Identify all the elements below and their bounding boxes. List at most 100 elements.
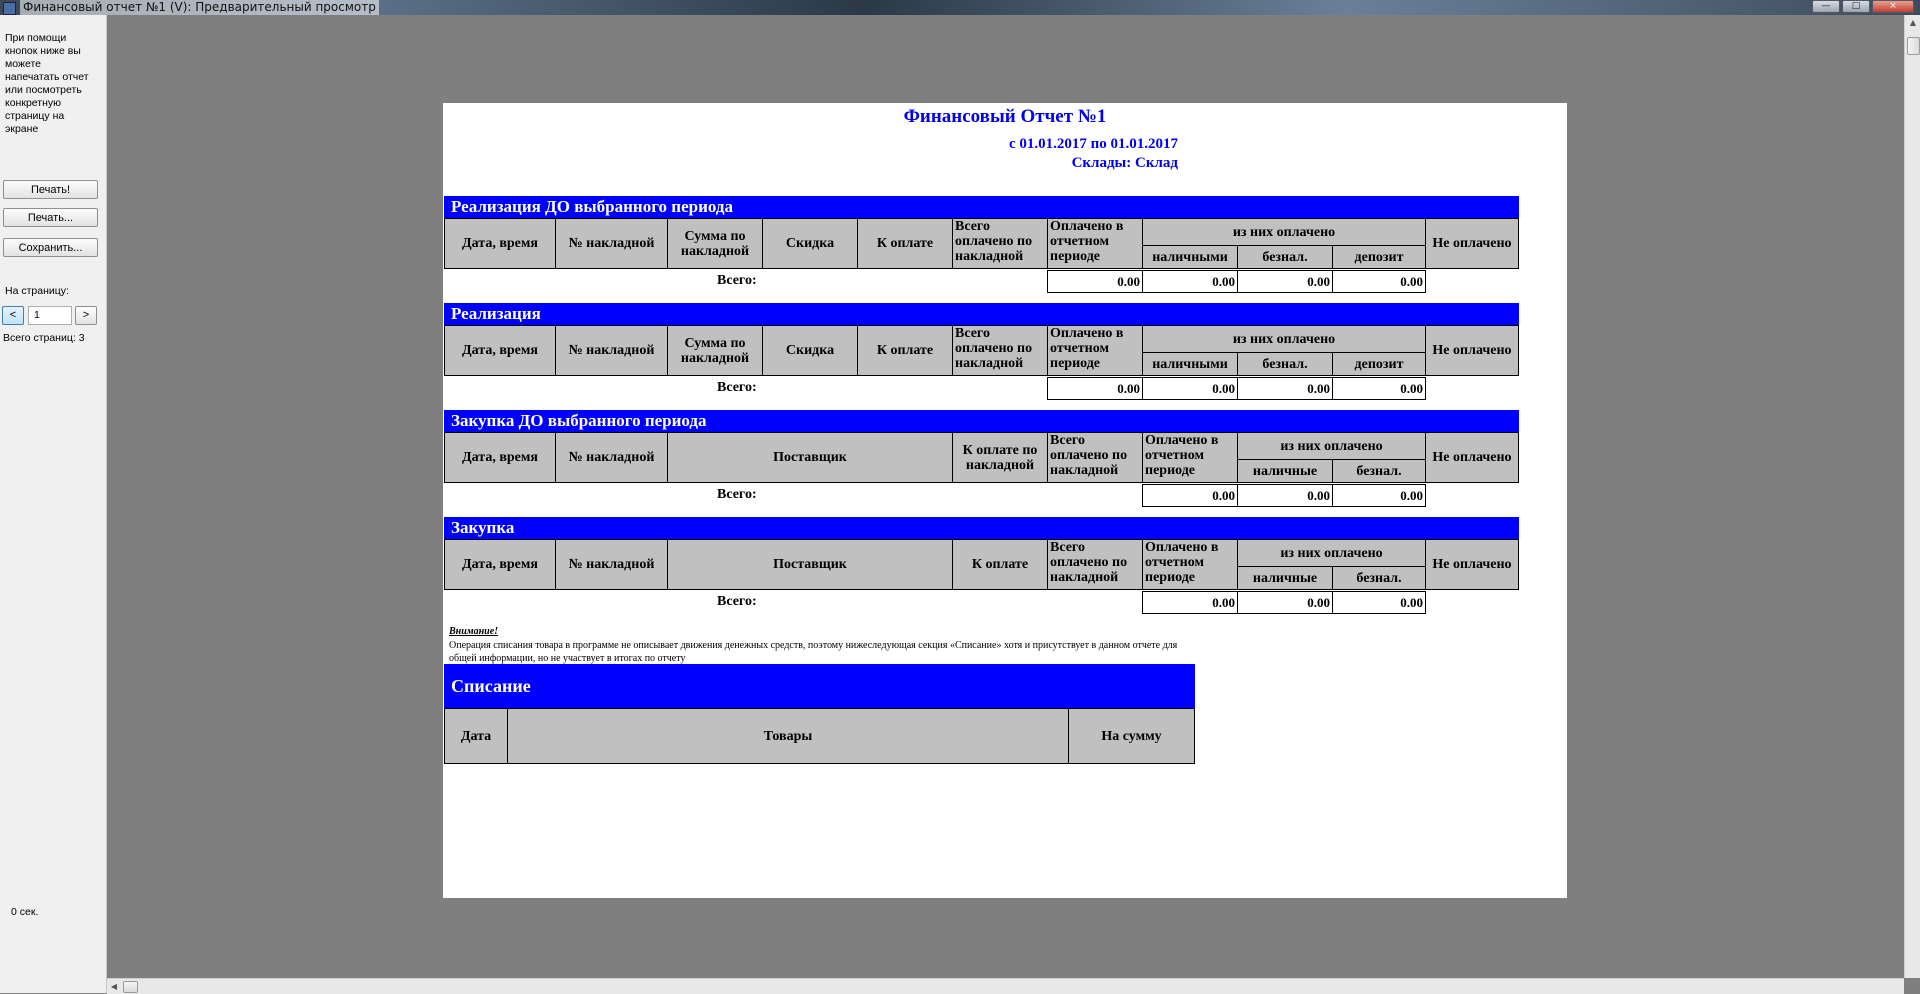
col-noncash: безнал. bbox=[1332, 566, 1426, 590]
section-title: Реализация bbox=[444, 303, 1519, 325]
col-supplier: Поставщик bbox=[667, 432, 953, 483]
close-button[interactable]: × bbox=[1872, 0, 1914, 13]
save-button[interactable]: Сохранить... bbox=[3, 238, 98, 257]
print-button[interactable]: Печать! bbox=[3, 180, 98, 199]
col-of-which-paid: из них оплачено bbox=[1237, 432, 1426, 460]
section-sales-before: Реализация ДО выбранного периода Дата, в… bbox=[444, 196, 1519, 293]
prev-page-button[interactable]: < bbox=[2, 306, 24, 325]
col-paid-period: Оплачено в отчетном периоде bbox=[1047, 218, 1143, 269]
col-to-pay: К оплате bbox=[857, 325, 953, 376]
vertical-scroll-thumb[interactable] bbox=[1907, 37, 1920, 55]
total-cash: 0.00 bbox=[1142, 377, 1238, 400]
total-noncash: 0.00 bbox=[1332, 591, 1426, 614]
table-header: Дата, время № накладной Сумма по накладн… bbox=[444, 325, 1519, 376]
section-writeoff: Списание Дата Товары На сумму bbox=[444, 664, 1195, 764]
total-paid-period: 0.00 bbox=[1142, 484, 1238, 507]
totals-label: Всего: bbox=[717, 594, 757, 609]
minimize-button[interactable]: — bbox=[1812, 0, 1840, 13]
col-amount: На сумму bbox=[1068, 708, 1195, 764]
total-cash: 0.00 bbox=[1237, 591, 1333, 614]
section-title: Закупка bbox=[444, 517, 1519, 539]
total-cash: 0.00 bbox=[1142, 270, 1238, 293]
page-number-input[interactable]: 1 bbox=[28, 306, 72, 325]
col-date: Дата, время bbox=[444, 325, 556, 376]
col-deposit: депозит bbox=[1332, 245, 1426, 269]
totals-label: Всего: bbox=[717, 380, 757, 395]
section-title: Реализация ДО выбранного периода bbox=[444, 196, 1519, 218]
writeoff-warning: Внимание! Операция списания товара в про… bbox=[449, 625, 1194, 666]
vertical-scrollbar[interactable]: ▲ bbox=[1904, 15, 1920, 978]
window-controls: — □ × bbox=[1812, 0, 1914, 13]
warning-text: Операция списания товара в программе не … bbox=[449, 639, 1178, 665]
col-discount: Скидка bbox=[762, 325, 858, 376]
table-header: Дата, время № накладной Сумма по накладн… bbox=[444, 218, 1519, 269]
preview-sidebar: При помощи кнопок ниже вы можете напечат… bbox=[0, 15, 107, 993]
col-paid-period: Оплачено в отчетном периоде bbox=[1142, 539, 1238, 590]
col-cash: наличными bbox=[1142, 245, 1238, 269]
report-period: с 01.01.2017 по 01.01.2017 bbox=[1008, 136, 1178, 152]
render-time-label: 0 сек. bbox=[11, 906, 39, 918]
col-noncash: безнал. bbox=[1332, 459, 1426, 483]
col-supplier: Поставщик bbox=[667, 539, 953, 590]
col-date: Дата bbox=[444, 708, 508, 764]
col-to-pay: К оплате bbox=[952, 539, 1048, 590]
report-page: Финансовый Отчет №1 с 01.01.2017 по 01.0… bbox=[443, 103, 1567, 898]
col-noncash: безнал. bbox=[1237, 245, 1333, 269]
total-noncash: 0.00 bbox=[1237, 377, 1333, 400]
col-total-paid: Всего оплачено по накладной bbox=[1047, 539, 1143, 590]
total-deposit: 0.00 bbox=[1332, 377, 1426, 400]
col-total-paid: Всего оплачено по накладной bbox=[952, 218, 1048, 269]
section-title: Списание bbox=[444, 664, 1195, 708]
col-invoice: № накладной bbox=[555, 432, 668, 483]
col-of-which-paid: из них оплачено bbox=[1142, 325, 1426, 353]
col-unpaid: Не оплачено bbox=[1425, 432, 1519, 483]
col-invoice-sum: Сумма по накладной bbox=[667, 218, 763, 269]
totals-row: Всего: 0.00 0.00 0.00 0.00 bbox=[444, 269, 1519, 293]
col-paid-period: Оплачено в отчетном периоде bbox=[1142, 432, 1238, 483]
totals-row: Всего: 0.00 0.00 0.00 bbox=[444, 483, 1519, 507]
section-sales: Реализация Дата, время № накладной Сумма… bbox=[444, 303, 1519, 400]
col-discount: Скидка bbox=[762, 218, 858, 269]
col-invoice: № накладной bbox=[555, 325, 668, 376]
next-page-button[interactable]: > bbox=[75, 306, 97, 325]
total-cash: 0.00 bbox=[1237, 484, 1333, 507]
col-goods: Товары bbox=[507, 708, 1069, 764]
section-purchases: Закупка Дата, время № накладной Поставщи… bbox=[444, 517, 1519, 614]
col-of-which-paid: из них оплачено bbox=[1142, 218, 1426, 246]
table-header: Дата, время № накладной Поставщик К опла… bbox=[444, 432, 1519, 483]
section-purchases-before: Закупка ДО выбранного периода Дата, врем… bbox=[444, 410, 1519, 507]
col-date: Дата, время bbox=[444, 432, 556, 483]
col-total-paid: Всего оплачено по накладной bbox=[1047, 432, 1143, 483]
window-title-bar: Финансовый отчет №1 (V): Предварительный… bbox=[0, 0, 1920, 15]
horizontal-scrollbar[interactable]: ◀ bbox=[107, 978, 1904, 994]
totals-label: Всего: bbox=[717, 273, 757, 288]
horizontal-scroll-thumb[interactable] bbox=[123, 981, 138, 993]
report-stores: Склады: Склад bbox=[1071, 155, 1178, 171]
col-unpaid: Не оплачено bbox=[1425, 218, 1519, 269]
col-date: Дата, время bbox=[444, 539, 556, 590]
col-date: Дата, время bbox=[444, 218, 556, 269]
total-pages-label: Всего страниц: 3 bbox=[3, 332, 85, 344]
col-cash: наличные bbox=[1237, 566, 1333, 590]
scroll-left-icon[interactable]: ◀ bbox=[107, 979, 121, 994]
totals-row: Всего: 0.00 0.00 0.00 0.00 bbox=[444, 376, 1519, 400]
table-header: Дата Товары На сумму bbox=[444, 708, 1195, 764]
col-to-pay: К оплате bbox=[857, 218, 953, 269]
goto-page-label: На страницу: bbox=[5, 285, 69, 297]
col-unpaid: Не оплачено bbox=[1425, 539, 1519, 590]
total-paid-period: 0.00 bbox=[1047, 270, 1143, 293]
totals-label: Всего: bbox=[717, 487, 757, 502]
col-invoice-sum: Сумма по накладной bbox=[667, 325, 763, 376]
col-noncash: безнал. bbox=[1237, 352, 1333, 376]
col-unpaid: Не оплачено bbox=[1425, 325, 1519, 376]
sidebar-hint: При помощи кнопок ниже вы можете напечат… bbox=[5, 32, 89, 135]
col-deposit: депозит bbox=[1332, 352, 1426, 376]
total-paid-period: 0.00 bbox=[1047, 377, 1143, 400]
print-dialog-button[interactable]: Печать... bbox=[3, 208, 98, 227]
scroll-up-icon[interactable]: ▲ bbox=[1905, 15, 1920, 31]
col-to-pay: К оплате по накладной bbox=[952, 432, 1048, 483]
table-header: Дата, время № накладной Поставщик К опла… bbox=[444, 539, 1519, 590]
total-noncash: 0.00 bbox=[1237, 270, 1333, 293]
app-icon bbox=[3, 2, 16, 15]
maximize-button[interactable]: □ bbox=[1842, 0, 1870, 13]
